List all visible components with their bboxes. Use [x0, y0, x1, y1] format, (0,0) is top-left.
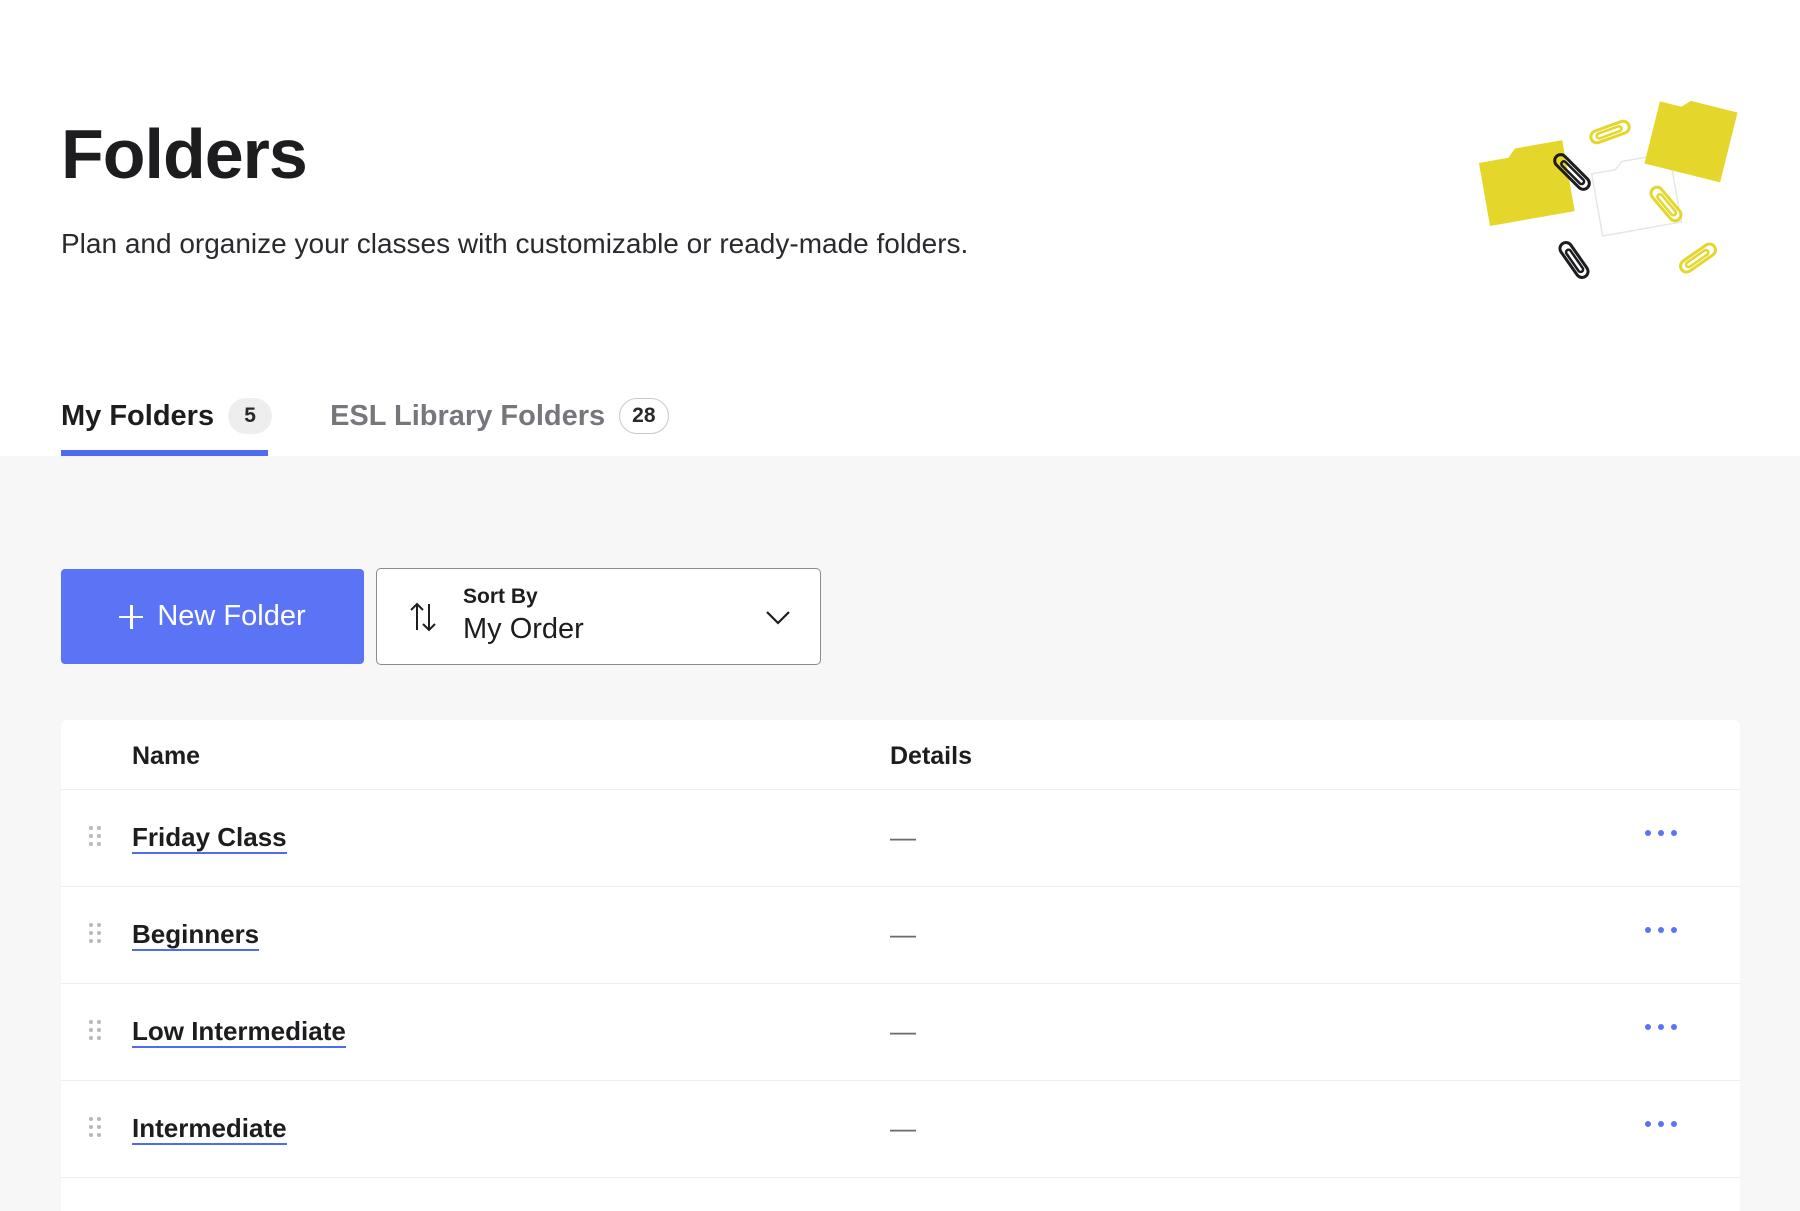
- more-options-icon[interactable]: [1645, 826, 1679, 840]
- tab-label: ESL Library Folders: [330, 400, 606, 432]
- more-options-icon[interactable]: [1645, 1020, 1679, 1034]
- more-options-icon[interactable]: [1645, 923, 1679, 937]
- table-row: Beginners —: [61, 887, 1740, 984]
- main-content: New Folder Sort By My Order Name Details…: [0, 456, 1800, 1211]
- folder-details: —: [890, 919, 916, 949]
- folder-name-link[interactable]: Low Intermediate: [132, 1016, 346, 1048]
- tab-label: My Folders: [61, 400, 215, 432]
- folder-name-link[interactable]: Beginners: [132, 919, 260, 951]
- drag-handle-icon[interactable]: [89, 1020, 103, 1042]
- sort-by-value: My Order: [463, 613, 584, 645]
- folder-name-link[interactable]: Friday Class: [132, 822, 287, 854]
- column-header-name: Name: [132, 742, 201, 770]
- drag-handle-icon[interactable]: [89, 923, 103, 945]
- folder-name-link[interactable]: Intermediate: [132, 1113, 287, 1145]
- sort-arrows-icon: [410, 602, 436, 632]
- tab-esl-library-folders[interactable]: ESL Library Folders 28: [330, 376, 669, 456]
- more-options-icon[interactable]: [1645, 1117, 1679, 1131]
- drag-handle-icon[interactable]: [89, 826, 103, 848]
- page-subtitle: Plan and organize your classes with cust…: [61, 228, 969, 259]
- page-title: Folders: [61, 115, 308, 193]
- tab-count-badge: 5: [228, 398, 273, 434]
- drag-handle-icon[interactable]: [89, 1117, 103, 1139]
- plus-icon: [119, 604, 144, 629]
- folders-paperclips-illustration: [1478, 100, 1738, 279]
- folder-tabs: My Folders 5 ESL Library Folders 28: [61, 376, 727, 456]
- folder-details: —: [890, 1113, 916, 1143]
- folders-table: Name Details Friday Class — Beginners —: [61, 720, 1740, 1211]
- table-row: Friday Class —: [61, 790, 1740, 887]
- tab-my-folders[interactable]: My Folders 5: [61, 376, 273, 456]
- new-folder-button[interactable]: New Folder: [61, 569, 364, 664]
- folder-details: —: [890, 822, 916, 852]
- chevron-down-icon: [766, 611, 790, 625]
- folder-details: —: [890, 1016, 916, 1046]
- new-folder-label: New Folder: [157, 600, 306, 632]
- sort-by-dropdown[interactable]: Sort By My Order: [376, 568, 821, 665]
- sort-by-label: Sort By: [463, 585, 538, 608]
- table-row: Low Intermediate —: [61, 984, 1740, 1081]
- page-header: Folders Plan and organize your classes w…: [0, 0, 1800, 456]
- column-header-details: Details: [890, 742, 972, 770]
- tab-count-badge: 28: [619, 398, 669, 434]
- table-header: Name Details: [61, 720, 1740, 790]
- table-row: Intermediate —: [61, 1081, 1740, 1178]
